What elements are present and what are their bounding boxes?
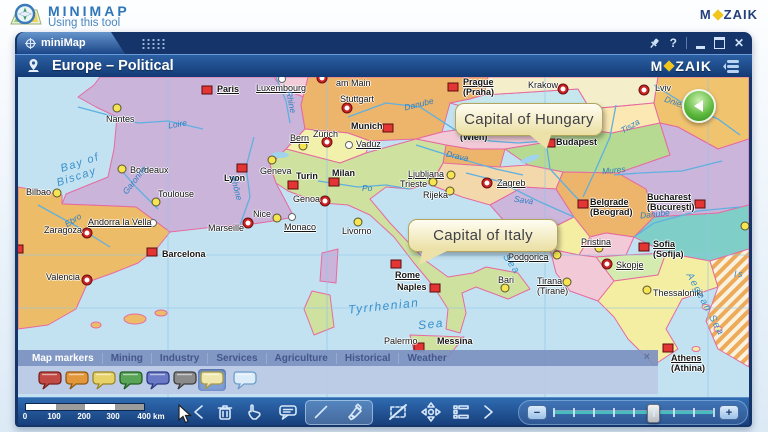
minimize-button[interactable] [696,46,705,49]
scale-label: 400 km [137,412,164,421]
back-arrow-icon [694,100,703,112]
close-button[interactable]: ✕ [734,35,744,51]
divider [686,37,687,49]
hand-tool-button[interactable] [243,400,267,424]
brand-text: ZAIK [675,58,712,74]
orange-marker[interactable] [63,369,91,391]
zoom-control: − + [518,400,748,425]
top-bar: MINIMAP Using this tool MZAIK [0,0,768,32]
brand-text: ZAIK [724,7,758,22]
side-panel-icon[interactable] [722,58,742,75]
cancel-selection-button[interactable] [386,400,410,424]
panel-close-icon[interactable]: × [644,351,650,363]
mozaik-logo-header: M ZAIK [651,58,712,74]
panel-tab-agriculture[interactable]: Agriculture [266,353,336,364]
window-controls: ? ✕ [648,35,744,51]
compass-icon [25,38,36,49]
panel-tab-historical[interactable]: Historical [336,353,399,364]
back-button[interactable] [682,89,716,123]
zoom-tick [653,408,655,417]
drag-handle-dots[interactable] [141,38,165,50]
next-button[interactable] [476,400,500,424]
delete-button[interactable] [213,400,237,424]
app-window: miniMap ? ✕ Europe – Political M ZAIK [15,32,752,427]
window-tab-label: miniMap [41,37,86,49]
panel-tab-map-markers[interactable]: Map markers [24,353,102,364]
map-callout[interactable]: Capital of Hungary [455,103,603,136]
minimap-logo-icon [7,2,43,30]
pan-tool-button[interactable] [419,400,443,424]
zoom-tick [593,408,595,417]
map-callout[interactable]: Capital of Italy [408,219,558,252]
pushpin-icon[interactable] [648,37,661,50]
light-yellow-marker[interactable] [198,369,226,391]
highlighter-tool-button[interactable] [343,400,367,424]
brand-text: M [651,58,664,74]
panel-body [18,366,658,394]
panel-tab-industry[interactable]: Industry [151,353,207,364]
zoom-in-button[interactable]: + [719,405,739,420]
zoom-tick [693,408,695,417]
map-header: Europe – Political M ZAIK [15,54,752,77]
map-title: Europe – Political [52,58,174,74]
zoom-tick [573,408,575,417]
help-button[interactable]: ? [670,35,677,51]
scale-labels: 0 100 200 300 400 km [18,398,178,426]
bottom-toolbar: 0 100 200 300 400 km − + [18,397,749,425]
scale-label: 200 [77,412,90,421]
panel-tabs: Map markersMiningIndustryServicesAgricul… [18,350,658,366]
app-tagline: Using this tool [48,17,120,29]
zoom-slider-track[interactable] [553,411,713,414]
zoom-tick [713,408,715,417]
window-tab-minimap[interactable]: miniMap [17,32,125,54]
marker-panel: Map markersMiningIndustryServicesAgricul… [18,350,658,394]
maximize-button[interactable] [714,37,725,49]
panel-tab-services[interactable]: Services [207,353,265,364]
zoom-tick [553,408,555,417]
panel-tab-mining[interactable]: Mining [102,353,151,364]
window-titlebar: miniMap ? ✕ [15,32,752,54]
pencil-tool-button[interactable] [309,400,333,424]
mozaik-logo: M ZAIK [700,7,758,22]
callout-text: Capital of Italy [433,227,533,244]
yellow-marker[interactable] [90,369,118,391]
zoom-tick [613,408,615,417]
zoom-out-button[interactable]: − [527,405,547,420]
callout-text: Capital of Hungary [464,111,594,128]
screen: MINIMAP Using this tool MZAIK miniMap ? … [0,0,768,432]
callout-tail [419,250,449,265]
green-marker[interactable] [117,369,145,391]
light-blue-marker[interactable] [231,369,259,391]
zoom-tick [673,408,675,417]
diamond-icon [712,9,723,20]
diamond-icon [664,60,675,71]
red-marker[interactable] [36,369,64,391]
panel-tab-weather[interactable]: Weather [398,353,454,364]
brand-text: M [700,7,712,22]
scale-label: 100 [47,412,60,421]
speech-bubble-tool-button[interactable] [276,400,300,424]
mouse-cursor [178,404,192,424]
scale-label: 0 [23,412,27,421]
location-pin-icon [25,58,42,74]
zoom-tick [633,408,635,417]
legend-button[interactable] [449,400,473,424]
callout-tail [525,134,555,149]
gray-marker[interactable] [171,369,199,391]
scale-label: 300 [106,412,119,421]
blue-marker[interactable] [144,369,172,391]
